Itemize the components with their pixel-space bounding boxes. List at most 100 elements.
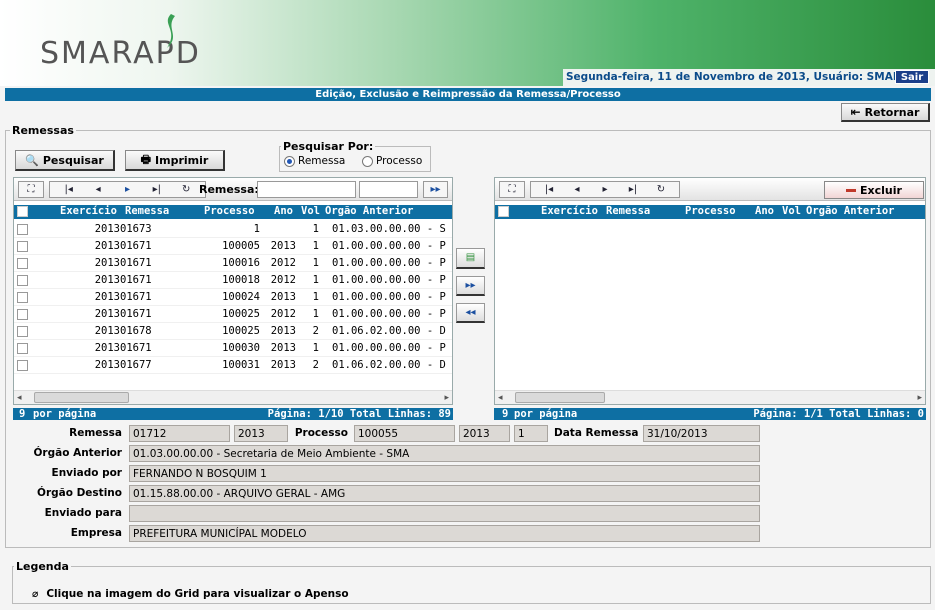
left-horizontal-scrollbar[interactable]: ◂ ▸ xyxy=(14,390,452,404)
col-processo[interactable]: Processo xyxy=(204,205,255,217)
processo-label: Processo xyxy=(294,427,348,439)
table-row[interactable]: 2013 01671 100018 2012 1 01.00.00.00.00 - P xyxy=(14,272,452,289)
radio-remessa[interactable]: Remessa xyxy=(284,155,345,167)
return-button[interactable]: ⇤ Retornar xyxy=(841,103,930,122)
col-vol[interactable]: Vol xyxy=(301,205,320,217)
remessa-search-input[interactable] xyxy=(257,181,356,198)
prev-icon[interactable]: ◂ xyxy=(90,184,106,195)
right-select-all-checkbox[interactable] xyxy=(498,206,509,217)
prev-icon[interactable]: ◂ xyxy=(569,184,585,195)
left-per-page-value[interactable]: 9 xyxy=(19,408,25,420)
print-button[interactable]: 🖶 Imprimir xyxy=(125,150,225,171)
col-orgao-anterior[interactable]: Órgão Anterior xyxy=(806,205,895,217)
scroll-right-icon[interactable]: ▸ xyxy=(917,393,922,403)
right-per-page-value[interactable]: 9 xyxy=(502,408,508,420)
radio-selected-icon xyxy=(284,155,295,167)
table-row[interactable]: 2013 01671 100005 2013 1 01.00.00.00.00 - P xyxy=(14,238,452,255)
col-orgao-anterior[interactable]: Órgão Anterior xyxy=(325,205,414,217)
row-checkbox[interactable] xyxy=(17,343,28,354)
move-all-right-button[interactable]: ▸▸ xyxy=(456,276,485,296)
enviado-por-field: FERNANDO N BOSQUIM 1 xyxy=(129,465,760,482)
row-checkbox[interactable] xyxy=(17,326,28,337)
magnifier-document-icon: 🔍 xyxy=(25,153,39,167)
row-checkbox[interactable] xyxy=(17,258,28,269)
remessa-year-input[interactable] xyxy=(359,181,418,198)
last-icon[interactable]: ▸| xyxy=(625,184,641,195)
search-button[interactable]: 🔍 Pesquisar xyxy=(15,150,115,171)
right-grid-toolbar: ⛶ |◂ ◂ ▸ ▸| ↻ Excluir xyxy=(495,178,925,201)
row-checkbox[interactable] xyxy=(17,224,28,235)
col-exercicio[interactable]: Exercício xyxy=(60,205,117,217)
delete-button[interactable]: Excluir xyxy=(824,181,924,199)
left-select-all-checkbox[interactable] xyxy=(17,206,28,217)
scroll-left-icon[interactable]: ◂ xyxy=(17,393,22,403)
table-cell: 2013 xyxy=(94,359,120,371)
table-row[interactable]: 2013 01671 100016 2012 1 01.00.00.00.00 - P xyxy=(14,255,452,272)
col-processo[interactable]: Processo xyxy=(685,205,736,217)
refresh-icon[interactable]: ↻ xyxy=(178,184,194,195)
table-cell: 2013 xyxy=(94,240,120,252)
add-selected-button[interactable]: ▤ xyxy=(456,248,485,269)
table-cell: 100016 xyxy=(222,257,260,269)
table-cell: 01671 xyxy=(120,240,152,252)
table-cell: 01677 xyxy=(120,359,152,371)
right-grid: ⛶ |◂ ◂ ▸ ▸| ↻ Excluir Exercício Remessa … xyxy=(494,177,926,405)
scroll-right-icon[interactable]: ▸ xyxy=(444,393,449,403)
col-remessa[interactable]: Remessa xyxy=(606,205,650,217)
col-ano[interactable]: Ano xyxy=(755,205,774,217)
row-checkbox[interactable] xyxy=(17,275,28,286)
remessa-year-field: 2013 xyxy=(234,425,288,442)
rewind-icon: ◂◂ xyxy=(465,307,476,318)
left-go-button[interactable]: ▸▸ xyxy=(423,181,448,198)
table-cell: 2013 xyxy=(94,342,120,354)
left-filter-button[interactable]: ⛶ xyxy=(18,181,44,198)
row-checkbox[interactable] xyxy=(17,292,28,303)
col-exercicio[interactable]: Exercício xyxy=(541,205,598,217)
right-horizontal-scrollbar[interactable]: ◂ ▸ xyxy=(495,390,925,404)
right-filter-button[interactable]: ⛶ xyxy=(499,181,525,198)
move-all-left-button[interactable]: ◂◂ xyxy=(456,303,485,323)
first-icon[interactable]: |◂ xyxy=(61,184,77,195)
table-cell: 01.06.02.00.00 - D xyxy=(332,359,446,371)
enviado-para-label: Enviado para xyxy=(44,507,122,519)
next-icon[interactable]: ▸ xyxy=(597,184,613,195)
row-checkbox[interactable] xyxy=(17,360,28,371)
radio-processo-label: Processo xyxy=(376,155,423,167)
next-icon[interactable]: ▸ xyxy=(119,184,135,195)
table-cell: 2013 xyxy=(270,291,296,303)
row-checkbox[interactable] xyxy=(17,241,28,252)
orgao-destino-label: Órgão Destino xyxy=(37,487,122,499)
table-cell: 2013 xyxy=(270,359,296,371)
refresh-icon[interactable]: ↻ xyxy=(653,184,669,195)
scroll-left-icon[interactable]: ◂ xyxy=(498,393,503,403)
table-row[interactable]: 2013 01671 100024 2013 1 01.00.00.00.00 - P xyxy=(14,289,452,306)
table-cell: 2013 xyxy=(270,325,296,337)
legenda-text: Clique na imagem do Grid para visualizar… xyxy=(46,588,349,600)
col-vol[interactable]: Vol xyxy=(782,205,801,217)
delete-label: Excluir xyxy=(860,183,902,197)
legenda-legend: Legenda xyxy=(14,560,71,573)
table-cell: 2 xyxy=(312,359,319,371)
left-pager: |◂ ◂ ▸ ▸| ↻ xyxy=(49,181,206,198)
table-row[interactable]: 2013 01678 100025 2013 2 01.06.02.00.00 - D xyxy=(14,323,452,340)
last-icon[interactable]: ▸| xyxy=(149,184,165,195)
left-remessa-label: Remessa: xyxy=(199,183,259,196)
table-row[interactable]: 2013 01671 100025 2012 1 01.00.00.00.00 - P xyxy=(14,306,452,323)
processo-year-field: 2013 xyxy=(459,425,510,442)
right-scroll-thumb[interactable] xyxy=(515,392,605,403)
enviado-por-label: Enviado por xyxy=(51,467,122,479)
radio-unselected-icon xyxy=(362,155,373,167)
radio-processo[interactable]: Processo xyxy=(362,155,422,167)
empresa-field: PREFEITURA MUNICÍPAL MODELO xyxy=(129,525,760,542)
logout-button[interactable]: Sair xyxy=(895,70,929,84)
table-cell: 2 xyxy=(312,325,319,337)
col-remessa[interactable]: Remessa xyxy=(125,205,169,217)
first-icon[interactable]: |◂ xyxy=(541,184,557,195)
table-row[interactable]: 2013 01671 100030 2013 1 01.00.00.00.00 - P xyxy=(14,340,452,357)
remessa-field: 01712 xyxy=(129,425,230,442)
table-row[interactable]: 2013 01673 1 1 01.03.00.00.00 - S xyxy=(14,221,452,238)
left-scroll-thumb[interactable] xyxy=(34,392,129,403)
table-row[interactable]: 2013 01677 100031 2013 2 01.06.02.00.00 - D xyxy=(14,357,452,374)
row-checkbox[interactable] xyxy=(17,309,28,320)
col-ano[interactable]: Ano xyxy=(274,205,293,217)
